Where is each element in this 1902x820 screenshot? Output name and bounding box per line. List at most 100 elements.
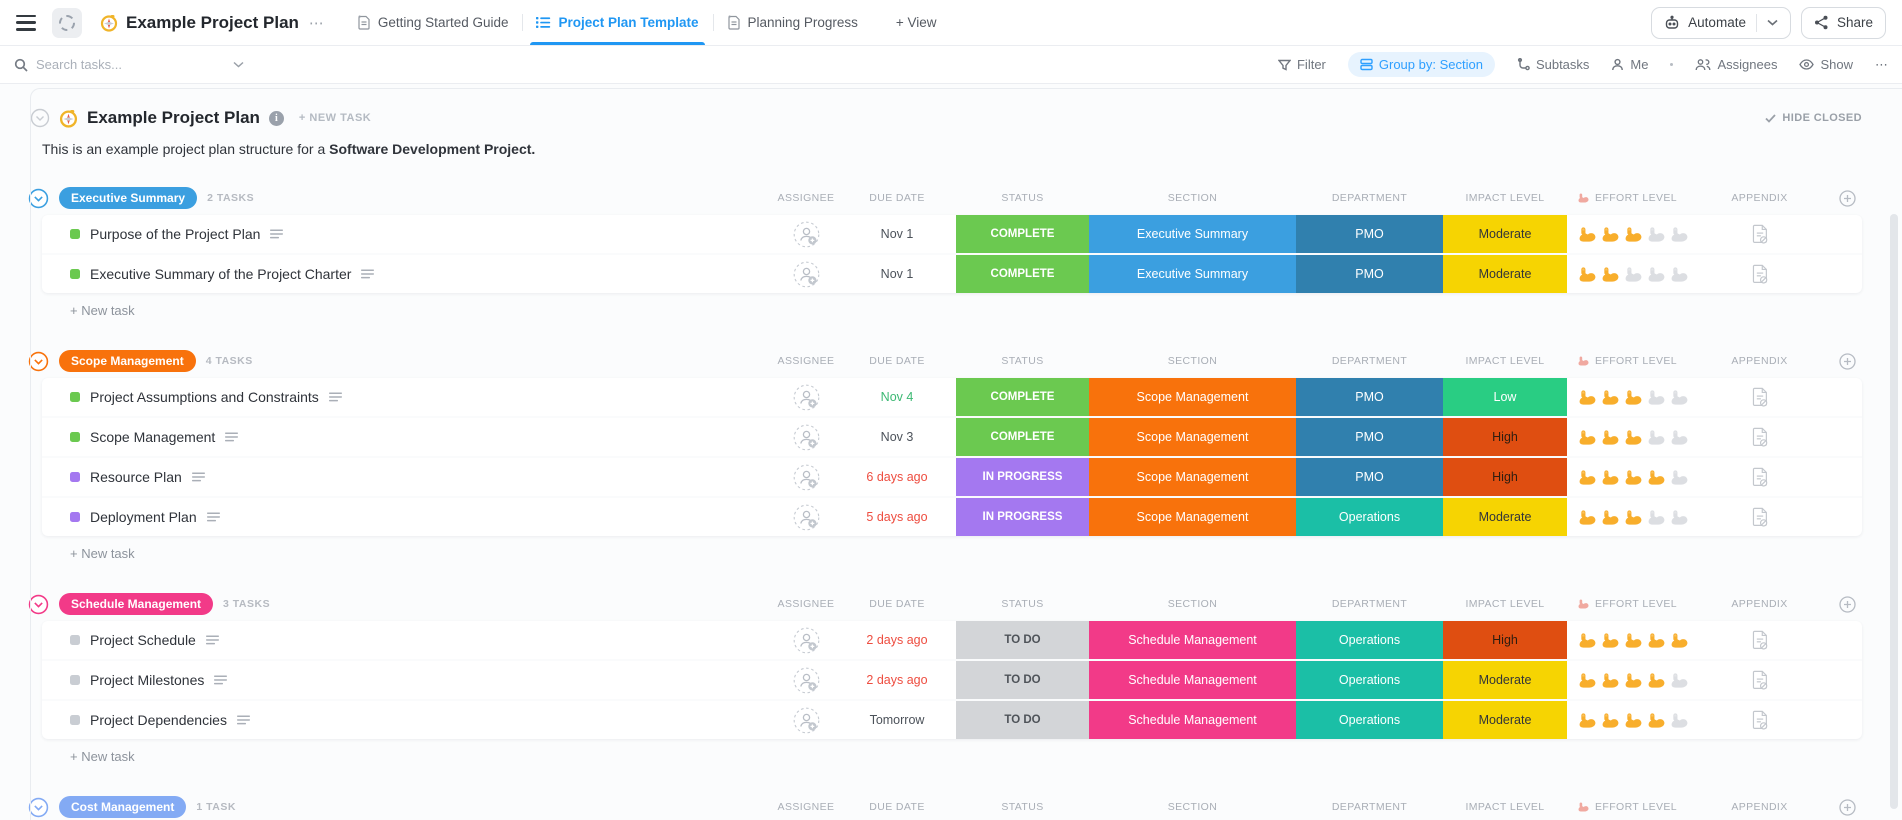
description-lines-icon[interactable] xyxy=(361,269,374,280)
due-date[interactable]: Nov 1 xyxy=(838,227,956,241)
status-chip[interactable]: IN PROGRESS xyxy=(956,458,1089,496)
column-header-status[interactable]: STATUS xyxy=(956,598,1089,610)
due-date[interactable]: Nov 3 xyxy=(838,430,956,444)
table-row[interactable]: Executive Summary of the Project Charter… xyxy=(42,253,1862,293)
column-header-effort-level[interactable]: EFFORT LEVEL xyxy=(1567,355,1707,367)
column-header-department[interactable]: DEPARTMENT xyxy=(1296,355,1443,367)
assignee-add-avatar[interactable] xyxy=(774,707,838,734)
task-name[interactable]: Executive Summary of the Project Charter xyxy=(90,266,351,282)
due-date[interactable]: 2 days ago xyxy=(838,673,956,687)
effort-level-rating[interactable] xyxy=(1567,661,1707,699)
due-date[interactable]: 6 days ago xyxy=(838,470,956,484)
column-header-due-date[interactable]: DUE DATE xyxy=(838,801,956,813)
section-chip[interactable]: Scope Management xyxy=(1089,378,1296,416)
column-header-department[interactable]: DEPARTMENT xyxy=(1296,598,1443,610)
task-name[interactable]: Project Milestones xyxy=(90,672,204,688)
task-name[interactable]: Purpose of the Project Plan xyxy=(90,226,260,242)
table-row[interactable]: Deployment Plan 5 days ago IN PROGRESS S… xyxy=(42,496,1862,536)
column-header-assignee[interactable]: ASSIGNEE xyxy=(774,598,838,610)
column-header-status[interactable]: STATUS xyxy=(956,801,1089,813)
table-row[interactable]: Scope Management Nov 3 COMPLETE Scope Ma… xyxy=(42,416,1862,456)
task-status-square-icon[interactable] xyxy=(70,635,80,645)
table-row[interactable]: Resource Plan 6 days ago IN PROGRESS Sco… xyxy=(42,456,1862,496)
task-status-square-icon[interactable] xyxy=(70,675,80,685)
department-chip[interactable]: PMO xyxy=(1296,418,1443,456)
assignee-add-avatar[interactable] xyxy=(774,261,838,288)
task-status-square-icon[interactable] xyxy=(70,715,80,725)
column-header-effort-level[interactable]: EFFORT LEVEL xyxy=(1567,598,1707,610)
assignee-add-avatar[interactable] xyxy=(774,384,838,411)
appendix-attachment-icon[interactable] xyxy=(1707,466,1812,488)
appendix-attachment-icon[interactable] xyxy=(1707,426,1812,448)
toolbar-more-button[interactable]: ⋯ xyxy=(1875,57,1888,73)
new-task-button[interactable]: + New task xyxy=(42,293,1862,320)
group-name-pill[interactable]: Schedule Management xyxy=(59,593,213,615)
impact-level-chip[interactable]: Moderate xyxy=(1443,255,1567,293)
due-date[interactable]: Tomorrow xyxy=(838,713,956,727)
appendix-attachment-icon[interactable] xyxy=(1707,386,1812,408)
description-lines-icon[interactable] xyxy=(237,715,250,726)
department-chip[interactable]: Operations xyxy=(1296,621,1443,659)
share-button[interactable]: Share xyxy=(1801,7,1886,39)
status-chip[interactable]: COMPLETE xyxy=(956,215,1089,253)
section-chip[interactable]: Executive Summary xyxy=(1089,255,1296,293)
column-header-assignee[interactable]: ASSIGNEE xyxy=(774,192,838,204)
new-task-button[interactable]: + New task xyxy=(42,536,1862,563)
table-row[interactable]: Project Schedule 2 days ago TO DO Schedu… xyxy=(42,621,1862,659)
impact-level-chip[interactable]: High xyxy=(1443,418,1567,456)
department-chip[interactable]: PMO xyxy=(1296,215,1443,253)
task-name[interactable]: Project Dependencies xyxy=(90,712,227,728)
tab-project-plan-template[interactable]: Project Plan Template xyxy=(522,0,712,45)
column-header-appendix[interactable]: APPENDIX xyxy=(1707,598,1812,610)
column-header-status[interactable]: STATUS xyxy=(956,355,1089,367)
collapse-group-chevron-icon[interactable] xyxy=(28,351,49,372)
tab-getting-started-guide[interactable]: Getting Started Guide xyxy=(343,0,523,45)
department-chip[interactable]: PMO xyxy=(1296,458,1443,496)
column-header-impact-level[interactable]: IMPACT LEVEL xyxy=(1443,598,1567,610)
column-header-appendix[interactable]: APPENDIX xyxy=(1707,801,1812,813)
automate-button[interactable]: Automate xyxy=(1651,7,1791,39)
column-header-assignee[interactable]: ASSIGNEE xyxy=(774,801,838,813)
department-chip[interactable]: PMO xyxy=(1296,255,1443,293)
tab-planning-progress[interactable]: Planning Progress xyxy=(713,0,872,45)
task-name[interactable]: Scope Management xyxy=(90,429,215,445)
assignees-button[interactable]: Assignees xyxy=(1695,57,1777,72)
column-header-impact-level[interactable]: IMPACT LEVEL xyxy=(1443,192,1567,204)
section-chip[interactable]: Schedule Management xyxy=(1089,661,1296,699)
add-column-button[interactable] xyxy=(1812,353,1862,370)
column-header-impact-level[interactable]: IMPACT LEVEL xyxy=(1443,801,1567,813)
column-header-section[interactable]: SECTION xyxy=(1089,192,1296,204)
effort-level-rating[interactable] xyxy=(1567,215,1707,253)
assignee-add-avatar[interactable] xyxy=(774,221,838,248)
impact-level-chip[interactable]: High xyxy=(1443,458,1567,496)
impact-level-chip[interactable]: Moderate xyxy=(1443,701,1567,739)
appendix-attachment-icon[interactable] xyxy=(1707,709,1812,731)
table-row[interactable]: Project Dependencies Tomorrow TO DO Sche… xyxy=(42,699,1862,739)
new-task-button[interactable]: + New task xyxy=(42,739,1862,766)
collapse-group-chevron-icon[interactable] xyxy=(28,797,49,818)
section-chip[interactable]: Schedule Management xyxy=(1089,621,1296,659)
column-header-due-date[interactable]: DUE DATE xyxy=(838,598,956,610)
table-row[interactable]: Project Assumptions and Constraints Nov … xyxy=(42,378,1862,416)
description-lines-icon[interactable] xyxy=(270,229,283,240)
info-icon[interactable]: i xyxy=(269,111,284,126)
description-lines-icon[interactable] xyxy=(214,675,227,686)
search-input[interactable]: Search tasks... xyxy=(14,57,244,72)
task-status-square-icon[interactable] xyxy=(70,269,80,279)
section-chip[interactable]: Executive Summary xyxy=(1089,215,1296,253)
appendix-attachment-icon[interactable] xyxy=(1707,669,1812,691)
department-chip[interactable]: Operations xyxy=(1296,661,1443,699)
effort-level-rating[interactable] xyxy=(1567,621,1707,659)
vertical-scrollbar[interactable] xyxy=(1890,214,1898,809)
assignee-add-avatar[interactable] xyxy=(774,627,838,654)
column-header-department[interactable]: DEPARTMENT xyxy=(1296,801,1443,813)
effort-level-rating[interactable] xyxy=(1567,418,1707,456)
task-name[interactable]: Resource Plan xyxy=(90,469,182,485)
section-chip[interactable]: Scope Management xyxy=(1089,458,1296,496)
add-column-button[interactable] xyxy=(1812,799,1862,816)
description-lines-icon[interactable] xyxy=(329,392,342,403)
hamburger-menu-icon[interactable] xyxy=(16,15,36,31)
task-name[interactable]: Deployment Plan xyxy=(90,509,197,525)
collapse-group-chevron-icon[interactable] xyxy=(28,594,49,615)
chevron-down-icon[interactable] xyxy=(233,61,244,68)
